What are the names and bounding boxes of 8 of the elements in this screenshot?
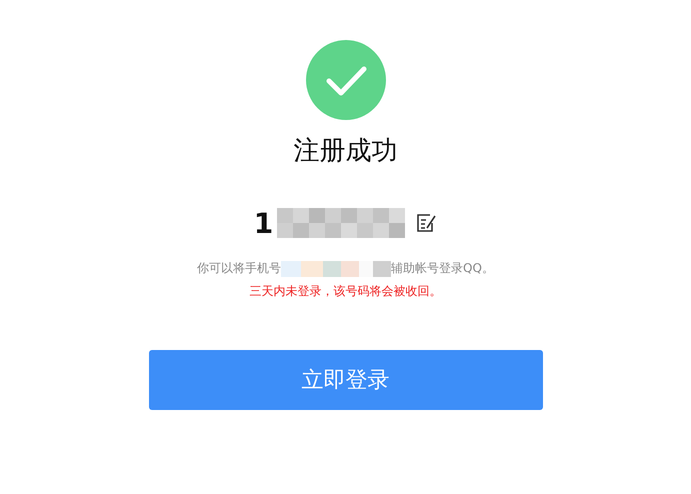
login-button[interactable]: 立即登录 <box>148 350 542 410</box>
hint-text: 辅助帐号登录QQ。 <box>391 260 494 277</box>
hint-text: 你可以将手机号 <box>197 260 282 277</box>
warning-text: 三天内未登录，该号码将会被收回。 <box>250 283 442 300</box>
success-check-icon <box>306 40 386 120</box>
edit-icon[interactable] <box>415 212 438 234</box>
account-number: 1 <box>254 206 274 240</box>
page-title: 注册成功 <box>294 135 398 168</box>
